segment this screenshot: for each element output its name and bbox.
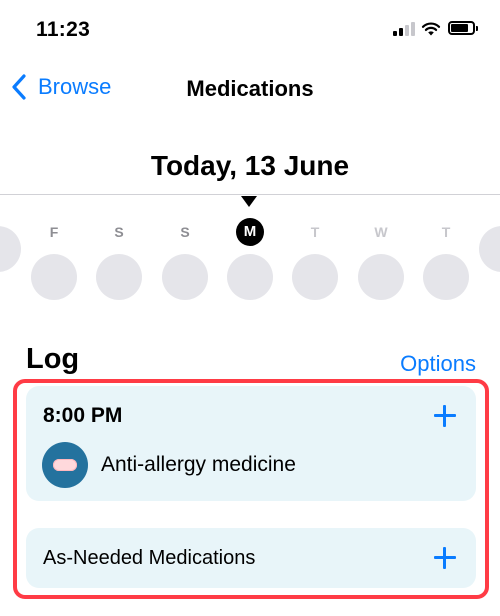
week-strip: F S S M T W T	[0, 218, 500, 308]
day-progress-circle	[96, 254, 142, 300]
day-letter: W	[374, 224, 388, 240]
day-letter: F	[49, 224, 59, 240]
day-cell[interactable]	[0, 218, 21, 272]
day-letter: S	[180, 224, 190, 240]
day-cell[interactable]	[479, 218, 500, 272]
battery-icon	[448, 21, 478, 35]
day-cell[interactable]: T	[423, 218, 469, 300]
day-letter: T	[441, 224, 451, 240]
day-cell[interactable]: T	[292, 218, 338, 300]
day-progress-circle	[162, 254, 208, 300]
day-progress-circle	[0, 226, 21, 272]
date-heading: Today, 13 June	[150, 150, 350, 181]
day-progress-circle	[31, 254, 77, 300]
day-cell-today[interactable]: M	[227, 218, 273, 300]
divider	[0, 194, 500, 195]
day-progress-circle	[479, 226, 500, 272]
day-progress-circle	[423, 254, 469, 300]
day-progress-circle	[358, 254, 404, 300]
status-bar: 11:23	[0, 0, 500, 60]
selected-day-indicator-icon	[241, 196, 257, 207]
day-letter: T	[310, 224, 320, 240]
day-cell[interactable]: F	[31, 218, 77, 300]
day-letter: M	[236, 218, 264, 246]
wifi-icon	[421, 22, 441, 36]
day-letter: S	[114, 224, 124, 240]
day-progress-circle	[292, 254, 338, 300]
day-cell[interactable]: S	[162, 218, 208, 300]
navigation-bar: Browse Medications	[0, 60, 500, 116]
day-cell[interactable]: S	[96, 218, 142, 300]
day-progress-circle	[227, 254, 273, 300]
day-cell[interactable]: W	[358, 218, 404, 300]
options-button[interactable]: Options	[400, 351, 476, 377]
log-heading: Log	[26, 343, 80, 375]
highlight-box	[13, 379, 489, 599]
status-time: 11:23	[36, 18, 91, 41]
page-title: Medications	[186, 76, 314, 101]
cellular-signal-icon	[393, 22, 415, 36]
